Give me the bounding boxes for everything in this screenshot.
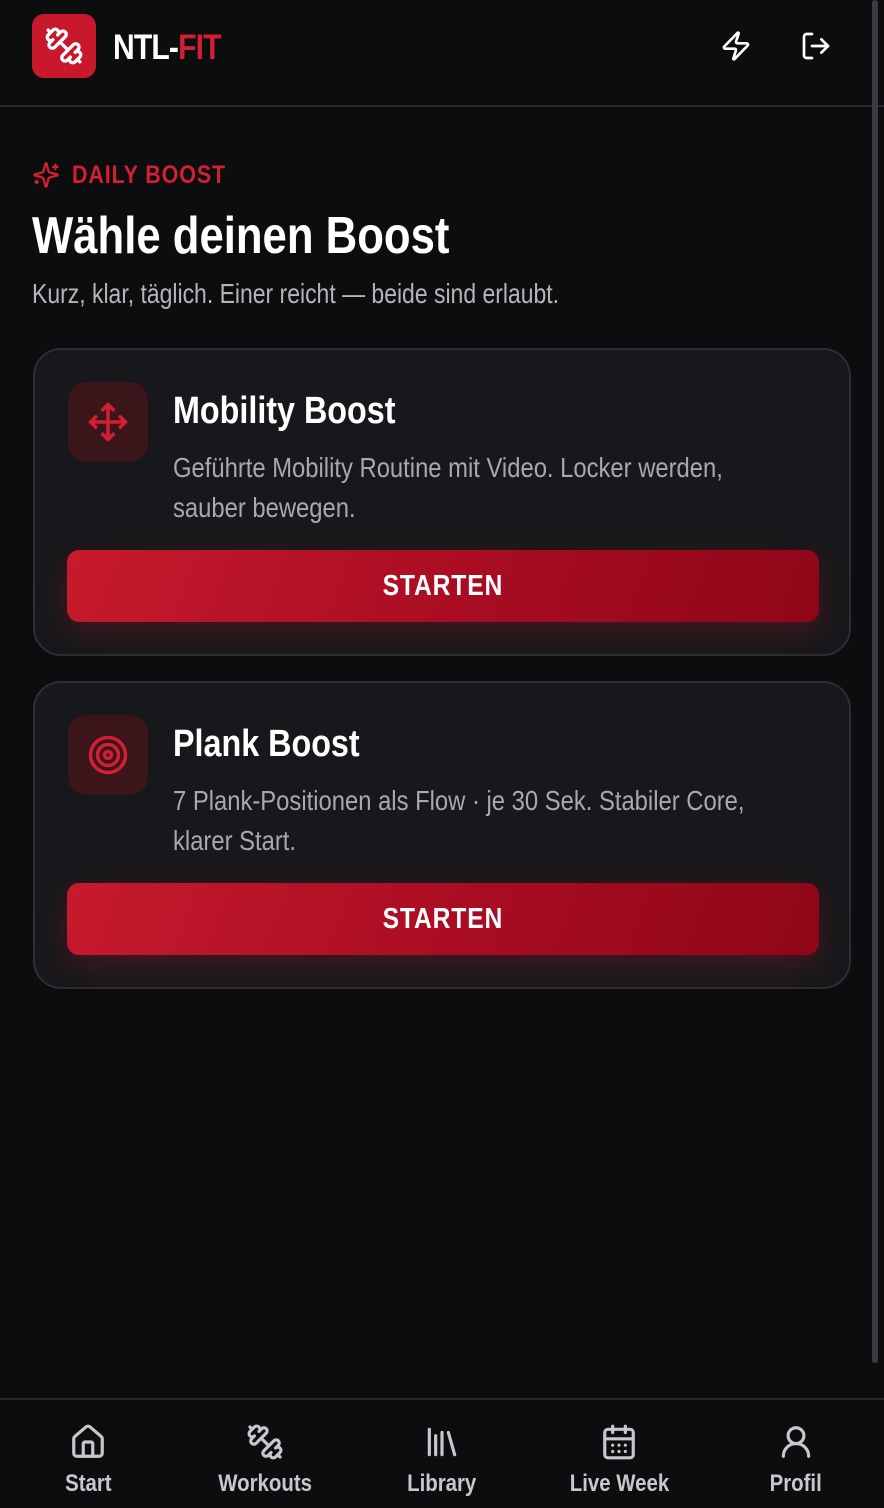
- dumbbell-icon: [45, 27, 83, 65]
- nav-label: Library: [407, 1470, 477, 1497]
- dumbbell-icon: [247, 1424, 283, 1460]
- card-description: 7 Plank-Positionen als Flow · je 30 Sek.…: [173, 785, 745, 856]
- nav-item-live-week[interactable]: Live Week: [531, 1400, 707, 1508]
- logout-button[interactable]: [796, 26, 836, 66]
- target-icon: [88, 735, 128, 775]
- app-logo[interactable]: [32, 14, 96, 78]
- brand-name-part2: FIT: [178, 28, 221, 67]
- brand-name-part1: NTL-: [113, 28, 179, 67]
- page-scrollbar[interactable]: [872, 0, 878, 1363]
- nav-label: Live Week: [569, 1470, 669, 1497]
- brand-name: NTL-FIT: [113, 28, 222, 68]
- lightning-icon: [722, 31, 750, 61]
- nav-item-profil[interactable]: Profil: [708, 1400, 884, 1508]
- page-title: Wähle deinen Boost: [32, 207, 450, 265]
- nav-item-workouts[interactable]: Workouts: [177, 1400, 353, 1508]
- top-header: NTL-FIT: [0, 0, 884, 107]
- user-icon: [781, 1426, 811, 1458]
- move-arrows-icon: [88, 402, 128, 442]
- nav-item-start[interactable]: Start: [0, 1400, 176, 1508]
- nav-label: Start: [64, 1470, 112, 1497]
- boost-card-mobility: Mobility Boost Geführte Mobility Routine…: [33, 348, 851, 656]
- sparkles-icon: [33, 162, 59, 188]
- start-plank-button[interactable]: STARTEN: [67, 883, 819, 955]
- library-icon: [427, 1427, 457, 1457]
- start-mobility-button[interactable]: STARTEN: [67, 550, 819, 622]
- start-button-label: STARTEN: [382, 902, 504, 935]
- page-subtitle: Kurz, klar, täglich. Einer reicht — beid…: [32, 278, 560, 309]
- app-root: NTL-FIT DAILY BOOST Wähle deinen Boost K…: [0, 0, 884, 1508]
- home-icon: [72, 1424, 104, 1458]
- nav-label: Workouts: [218, 1470, 312, 1497]
- card-icon-badge: [68, 715, 148, 795]
- bottom-nav: Start Workouts Library Live Week Profil: [0, 1398, 884, 1508]
- card-title: Plank Boost: [173, 723, 360, 765]
- card-description: Geführte Mobility Routine mit Video. Loc…: [173, 452, 723, 523]
- boost-shortcut-button[interactable]: [716, 26, 756, 66]
- start-button-label: STARTEN: [382, 569, 504, 602]
- nav-item-library[interactable]: Library: [354, 1400, 530, 1508]
- boost-card-plank: Plank Boost 7 Plank-Positionen als Flow …: [33, 681, 851, 989]
- nav-label: Profil: [769, 1470, 823, 1497]
- calendar-icon: [603, 1424, 635, 1460]
- card-icon-badge: [68, 382, 148, 462]
- section-eyebrow: DAILY BOOST: [32, 160, 251, 190]
- card-title: Mobility Boost: [173, 390, 396, 432]
- eyebrow-label: DAILY BOOST: [72, 160, 227, 189]
- logout-icon: [802, 32, 830, 60]
